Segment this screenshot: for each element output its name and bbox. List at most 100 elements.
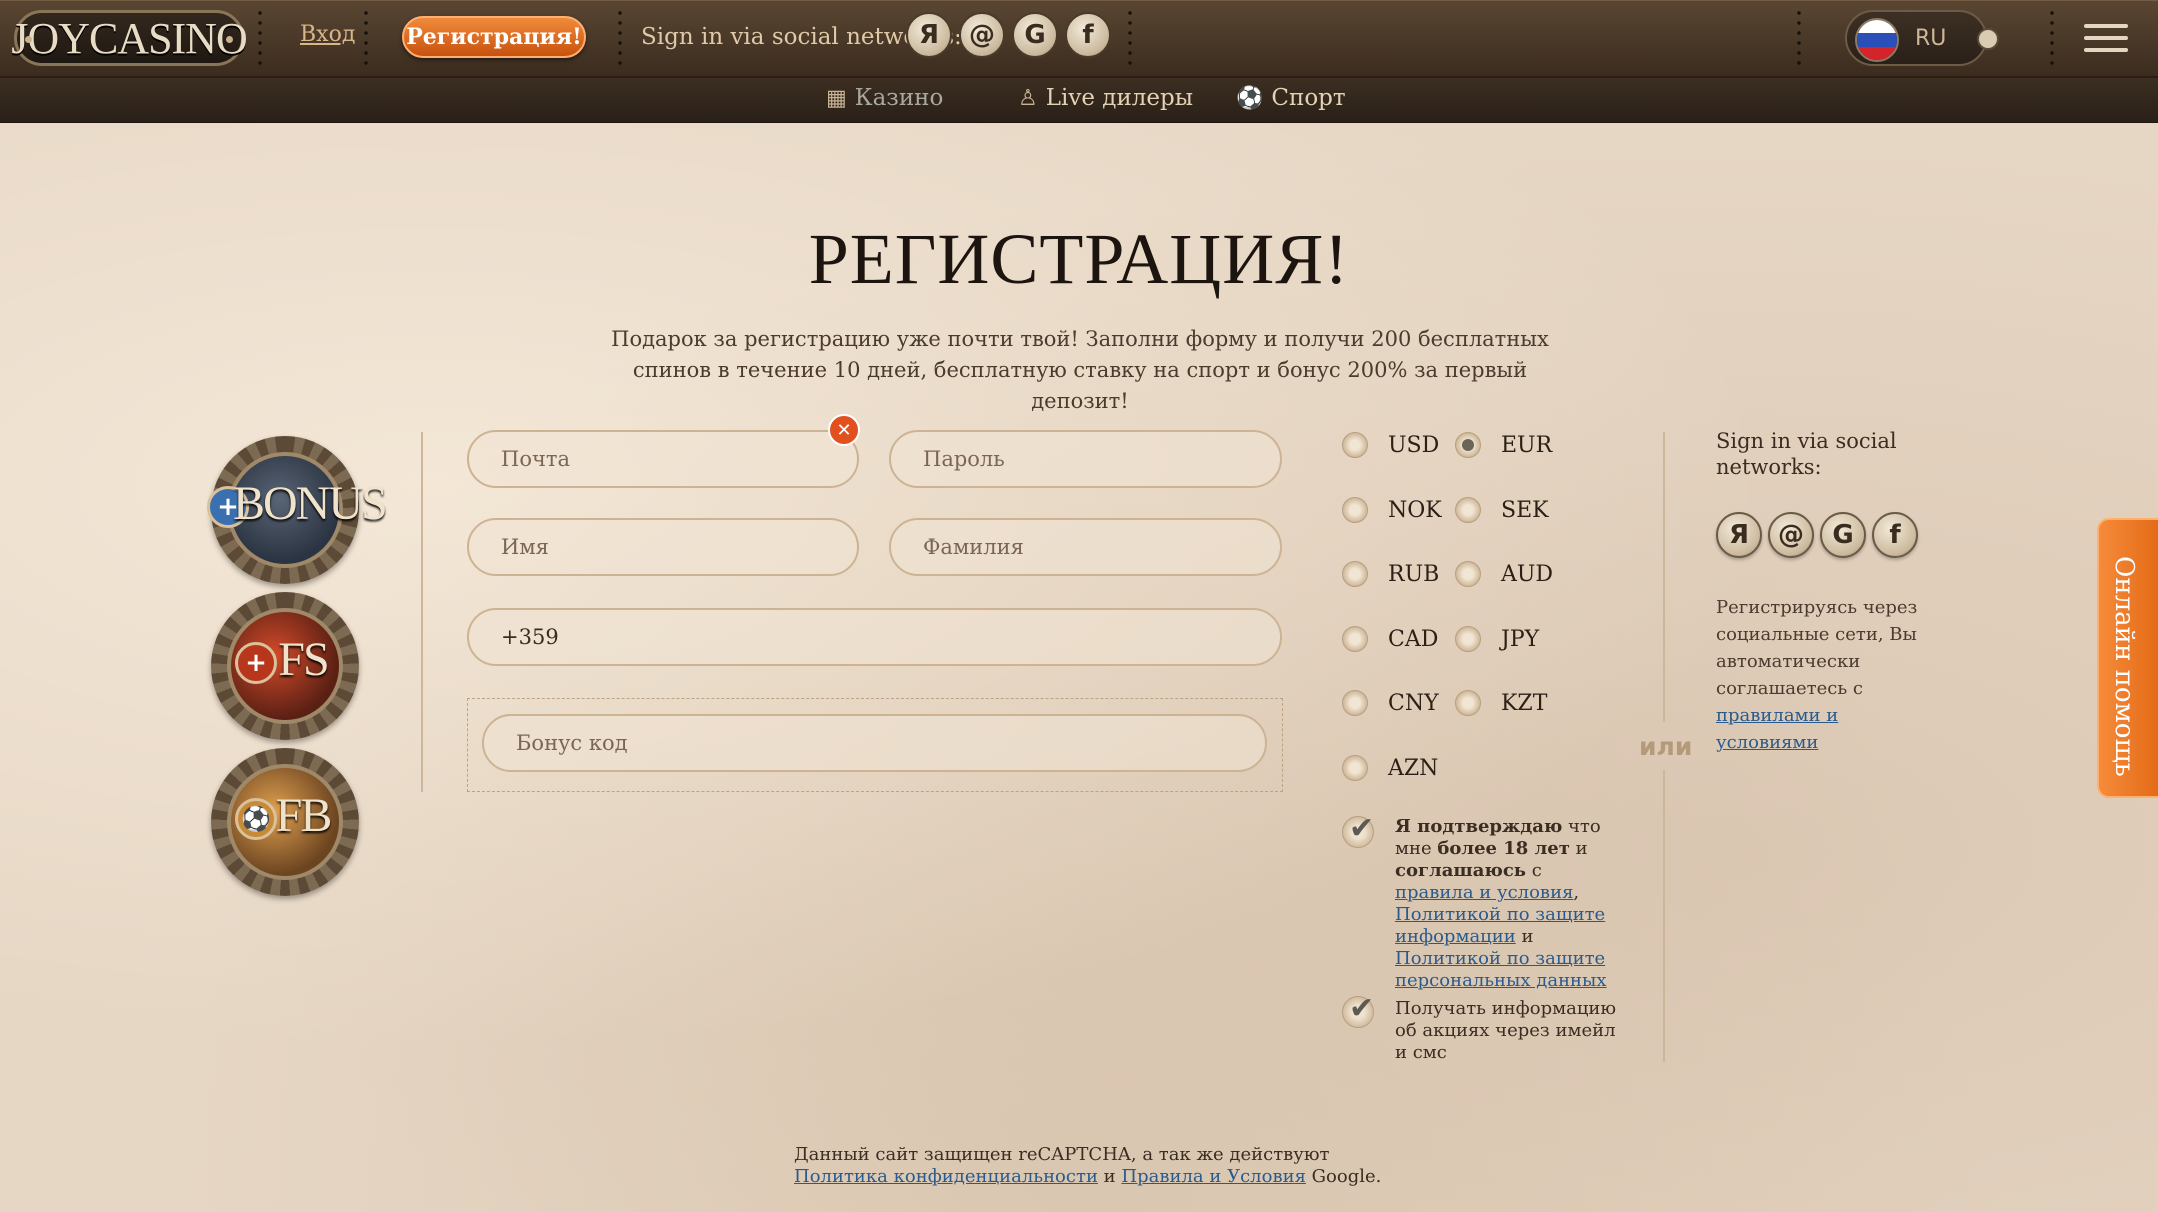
password-field[interactable] [889, 430, 1282, 488]
currency-sek[interactable]: SEK [1455, 497, 1549, 523]
free-spins-badge: + FS [205, 588, 373, 740]
divider [1663, 770, 1665, 1062]
currency-label: CNY [1388, 690, 1439, 716]
clear-icon[interactable]: ✕ [828, 414, 860, 446]
info-protection-policy-link[interactable]: Политикой по защите информации [1395, 904, 1605, 947]
currency-nok[interactable]: NOK [1342, 497, 1442, 523]
age-terms-text: Я подтверждаю что мне более 18 лет и сог… [1395, 816, 1607, 991]
divider [2050, 8, 2054, 68]
privacy-policy-link[interactable]: Политика конфиденциальности [794, 1166, 1098, 1187]
google-icon[interactable]: G [1820, 512, 1866, 558]
phone-field[interactable] [467, 608, 1282, 666]
free-spins-badge-label: FS [278, 633, 329, 686]
facebook-icon[interactable]: f [1872, 512, 1918, 558]
currency-label: AZN [1388, 755, 1439, 781]
logo-dot-left [25, 36, 32, 43]
currency-aud[interactable]: AUD [1455, 561, 1553, 587]
side-social-title: Sign in via social networks: [1716, 429, 1897, 479]
language-toggle-knob[interactable] [1977, 28, 1999, 50]
currency-rub[interactable]: RUB [1342, 561, 1439, 587]
divider [1797, 8, 1801, 68]
logo-text: JOYCASINO [11, 13, 247, 63]
sub-navigation: ▦ Казино ♙ Live дилеры ⚽ Спорт [0, 78, 2158, 123]
yandex-icon[interactable]: Я [1716, 512, 1762, 558]
top-bar: JOYCASINO Вход Регистрация! Sign in via … [0, 0, 2158, 78]
currency-cny[interactable]: CNY [1342, 690, 1439, 716]
bonus-badge-label: BONUS [233, 477, 388, 530]
last-name-input[interactable] [921, 534, 1250, 560]
promo-subscribe-checkbox[interactable]: ✔ [1342, 991, 1374, 1028]
login-link[interactable]: Вход [300, 22, 355, 47]
online-help-label: Онлайн помощь [2109, 556, 2139, 777]
nav-sport[interactable]: ⚽ Спорт [1236, 85, 1346, 111]
divider [618, 8, 622, 68]
divider [1663, 432, 1665, 722]
google-icon[interactable]: G [1012, 12, 1058, 58]
currency-label: NOK [1388, 497, 1442, 523]
divider [364, 8, 368, 68]
terms-link[interactable]: правила и условия [1395, 882, 1573, 903]
currency-usd[interactable]: USD [1342, 432, 1439, 458]
email-input[interactable] [499, 446, 827, 472]
slot-machine-icon: ▦ [826, 85, 847, 111]
first-name-input[interactable] [499, 534, 827, 560]
currency-label: RUB [1388, 561, 1440, 587]
currency-label: AUD [1501, 561, 1554, 587]
or-label: или [1639, 732, 1693, 761]
currency-label: KZT [1501, 690, 1548, 716]
first-name-field[interactable] [467, 518, 859, 576]
divider [421, 432, 423, 792]
language-selector[interactable]: RU [1845, 10, 1987, 66]
currency-eur[interactable]: EUR [1455, 432, 1552, 458]
currency-label: USD [1388, 432, 1440, 458]
yandex-icon[interactable]: Я [906, 12, 952, 58]
last-name-field[interactable] [889, 518, 1282, 576]
currency-label: SEK [1501, 497, 1549, 523]
personal-data-policy-link[interactable]: Политикой по защите персональных данных [1395, 948, 1607, 991]
checkmark-icon: ✔ [1349, 811, 1375, 846]
logo[interactable]: JOYCASINO [11, 10, 248, 66]
currency-label: CAD [1388, 626, 1439, 652]
phone-input[interactable] [499, 624, 1250, 650]
promo-subscribe-text: Получать информацию об акциях через имей… [1395, 998, 1617, 1063]
mail-icon[interactable]: @ [959, 12, 1005, 58]
age-terms-checkbox[interactable]: ✔ [1342, 811, 1374, 848]
nav-live-dealers[interactable]: ♙ Live дилеры [1018, 85, 1193, 111]
dealer-icon: ♙ [1018, 85, 1038, 111]
nav-casino-label: Казино [854, 85, 944, 111]
email-field[interactable] [467, 430, 859, 488]
nav-live-dealers-label: Live дилеры [1045, 85, 1194, 111]
currency-label: JPY [1501, 626, 1540, 652]
nav-sport-label: Спорт [1271, 85, 1346, 111]
password-input[interactable] [921, 446, 1250, 472]
hamburger-menu-icon[interactable] [2084, 24, 2128, 60]
logo-dot-right [226, 36, 233, 43]
side-social-note: Регистрируясь через социальные сети, Вы … [1716, 597, 1918, 753]
page-subtitle: Подарок за регистрацию уже почти твой! З… [611, 327, 1549, 413]
currency-cad[interactable]: CAD [1342, 626, 1438, 652]
free-bet-badge-label: FB [275, 789, 333, 842]
recaptcha-notice: Данный сайт защищен reCAPTCHA, а так же … [794, 1144, 1382, 1187]
nav-casino[interactable]: ▦ Казино [826, 85, 943, 111]
bonus-code-input[interactable] [514, 730, 1235, 756]
soccer-ball-icon: ⚽ [1236, 85, 1264, 111]
rules-link[interactable]: правилами и условиями [1716, 705, 1838, 753]
register-button[interactable]: Регистрация! [402, 16, 586, 58]
checkmark-icon: ✔ [1349, 991, 1375, 1026]
language-code: RU [1915, 26, 1947, 51]
online-help-tab[interactable]: Онлайн помощь [2097, 518, 2158, 798]
mail-icon[interactable]: @ [1768, 512, 1814, 558]
bonus-code-field[interactable] [482, 714, 1267, 772]
facebook-icon[interactable]: f [1065, 12, 1111, 58]
currency-azn[interactable]: AZN [1342, 755, 1438, 781]
page-title: РЕГИСТРАЦИЯ! [808, 219, 1350, 299]
divider [1128, 8, 1132, 68]
divider [258, 8, 262, 68]
currency-jpy[interactable]: JPY [1455, 626, 1539, 652]
currency-kzt[interactable]: KZT [1455, 690, 1547, 716]
free-bet-badge: ⚽ FB [205, 744, 373, 896]
currency-label: EUR [1501, 432, 1553, 458]
russia-flag-icon [1855, 18, 1899, 62]
terms-of-service-link[interactable]: Правила и Условия [1121, 1166, 1306, 1187]
bonus-badge: + BONUS [205, 432, 388, 584]
